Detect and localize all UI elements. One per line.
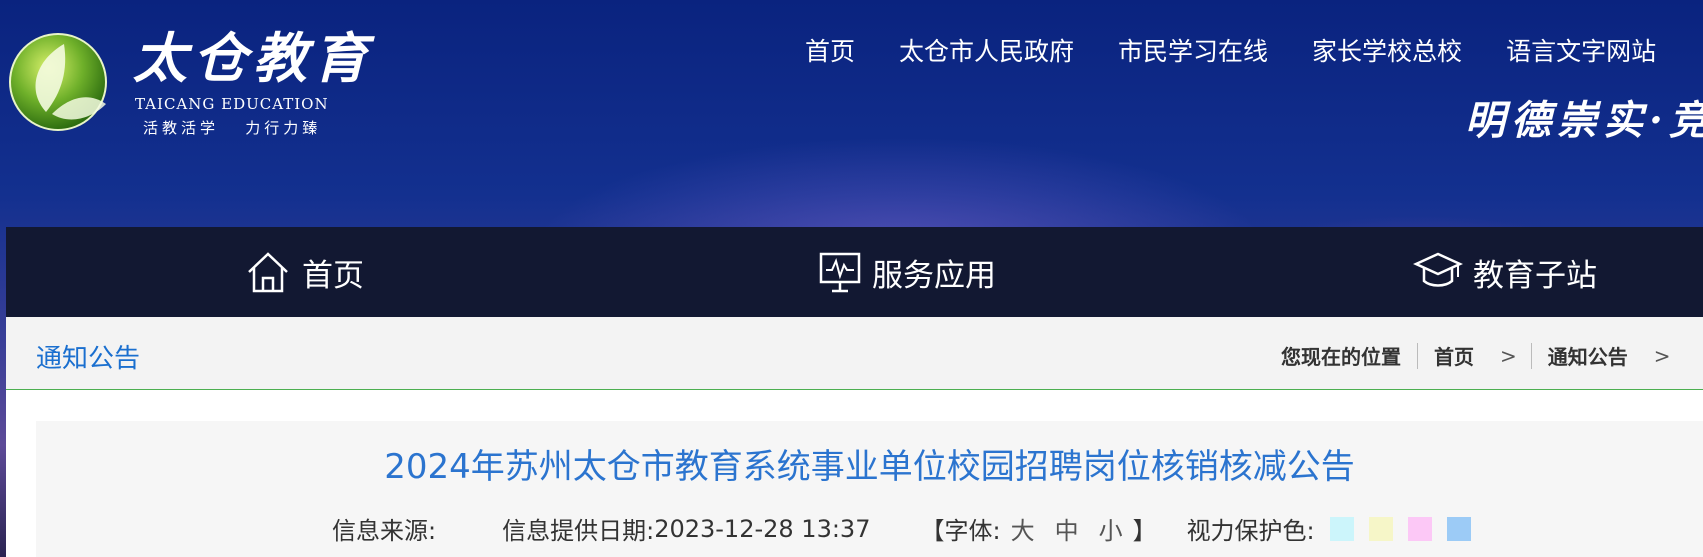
content-area: 通知公告 您现在的位置 首页 > 通知公告 > 2024年苏州太仓市教育系统事业… [6,317,1703,557]
top-link-parent-school[interactable]: 家长学校总校 [1312,32,1462,68]
breadcrumb-home[interactable]: 首页 [1434,341,1474,370]
breadcrumb: 您现在的位置 首页 > 通知公告 > [1281,341,1685,370]
leaf-logo-icon[interactable] [6,30,116,134]
nav-label: 教育子站 [1473,257,1597,294]
section-header: 通知公告 您现在的位置 首页 > 通知公告 > [6,317,1703,390]
breadcrumb-separator: > [1653,343,1671,368]
nav-item-subsites[interactable]: 教育子站 [1413,227,1597,317]
logo-motto: 活教活学 力行力臻 [143,119,322,137]
breadcrumb-label: 您现在的位置 [1281,345,1401,369]
eye-color-pink-swatch[interactable] [1407,516,1432,541]
logo-subtitle: TAICANG EDUCATION [135,95,329,113]
article-meta: 信息来源: 信息提供日期: 2023-12-28 13:37 【字体: 大 中 … [332,511,1471,546]
logo-title: 太仓教育 [133,26,373,90]
breadcrumb-divider [1417,342,1418,369]
source-label: 信息来源: [332,517,437,545]
date-label: 信息提供日期: [502,517,655,545]
nav-item-home[interactable]: 首页 [244,227,364,317]
font-size-large-button[interactable]: 大 [1011,511,1035,546]
eye-protection-label: 视力保护色: [1186,517,1315,545]
nav-item-services[interactable]: 服务应用 [818,227,996,317]
top-link-language[interactable]: 语言文字网站 [1506,32,1656,68]
eye-color-cyan-swatch[interactable] [1329,516,1354,541]
slogan: 明德崇实·竞先 [1465,97,1703,144]
font-size-medium-button[interactable]: 中 [1055,511,1079,546]
font-size-close: 】 [1132,517,1157,545]
main-nav: 首页 服务应用 教育子站 [6,227,1703,317]
font-size-open: 【字体: [920,517,1001,545]
nav-label: 服务应用 [872,257,996,294]
top-link-home[interactable]: 首页 [805,32,855,68]
top-link-government[interactable]: 太仓市人民政府 [899,32,1074,68]
breadcrumb-separator: > [1500,343,1517,368]
monitor-icon [819,252,861,293]
date-value: 2023-12-28 13:37 [654,514,871,543]
breadcrumb-notices[interactable]: 通知公告 [1548,341,1628,370]
section-title: 通知公告 [36,344,141,374]
home-icon [248,252,288,293]
top-link-learning[interactable]: 市民学习在线 [1118,32,1268,68]
font-size-small-button[interactable]: 小 [1099,511,1123,546]
article-title: 2024年苏州太仓市教育系统事业单位校园招聘岗位核销核减公告 [384,447,1355,487]
eye-color-blue-swatch[interactable] [1446,516,1471,541]
graduation-cap-icon [1413,252,1463,287]
breadcrumb-divider [1530,342,1532,369]
article: 2024年苏州太仓市教育系统事业单位校园招聘岗位核销核减公告 信息来源: 信息提… [36,421,1703,557]
nav-label: 首页 [302,257,364,294]
top-links: 首页 太仓市人民政府 市民学习在线 家长学校总校 语言文字网站 [805,32,1700,68]
eye-color-yellow-swatch[interactable] [1368,516,1393,541]
